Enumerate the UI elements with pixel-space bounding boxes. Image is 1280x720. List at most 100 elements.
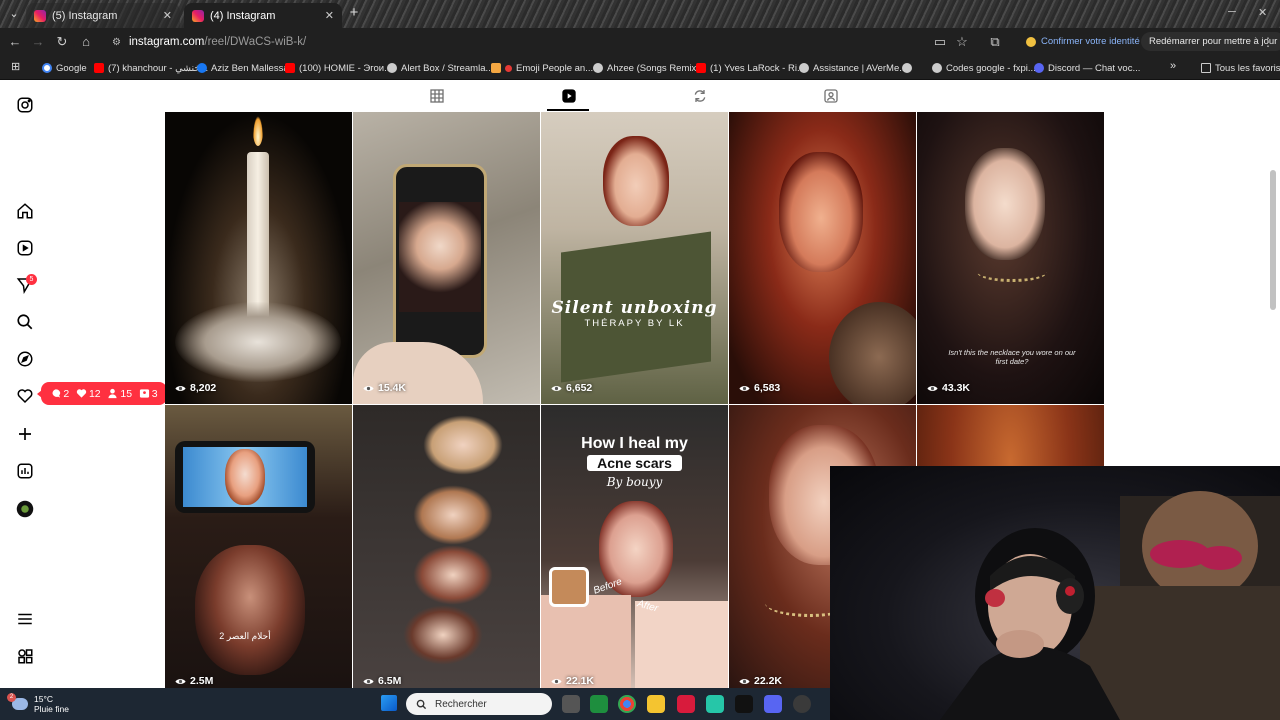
tab-title: (5) Instagram: [52, 9, 118, 22]
minimize-icon[interactable]: ─: [1228, 6, 1236, 18]
search-placeholder: Rechercher: [435, 698, 487, 710]
bookmark-item[interactable]: Codes google - fxpi...: [932, 61, 1036, 75]
bookmark-item[interactable]: Emoji People an...: [491, 61, 593, 75]
reels-tab-icon[interactable]: [561, 88, 577, 104]
forward-arrow-icon[interactable]: →: [29, 33, 47, 51]
chrome-icon[interactable]: [618, 695, 636, 713]
windows-taskbar: 2 15°C Pluie fine Rechercher: [0, 688, 830, 720]
home-icon[interactable]: [16, 202, 34, 220]
reel-thumbnail[interactable]: 6.5M: [353, 405, 540, 688]
bookmark-item[interactable]: Assistance | AVerMe...: [799, 61, 907, 75]
bookmark-item[interactable]: Google: [42, 61, 87, 75]
meta-apps-icon[interactable]: [16, 647, 34, 665]
browser-menu-icon[interactable]: ⋮: [1262, 35, 1274, 49]
view-count: 2.5M: [175, 675, 213, 687]
reel-thumbnail[interactable]: 8,202: [165, 112, 352, 404]
all-bookmarks[interactable]: Tous les favoris: [1201, 61, 1280, 75]
emoji-site-icon: [491, 63, 501, 73]
restart-button[interactable]: Redémarrer pour mettre à jour: [1141, 32, 1280, 51]
youtube-icon: [696, 63, 706, 73]
eye-icon: [739, 385, 750, 391]
search-icon[interactable]: [16, 313, 34, 331]
bookmark-item[interactable]: Aziz Ben Mallessa: [197, 61, 289, 75]
home-icon[interactable]: ⌂: [77, 33, 95, 51]
tag-icon: [139, 389, 149, 398]
eye-icon: [175, 385, 186, 391]
close-tab-icon[interactable]: ✕: [163, 9, 172, 22]
bookmark-item[interactable]: Alert Box / Streamla...: [387, 61, 493, 75]
view-count: 6,652: [551, 382, 592, 394]
url-host: instagram.com: [128, 36, 205, 48]
person-icon: [108, 388, 117, 399]
new-tab-button[interactable]: +: [346, 5, 362, 21]
site-info-icon[interactable]: ⚙: [112, 37, 121, 48]
tab-search-icon[interactable]: ⌄: [6, 6, 22, 22]
file-explorer-icon[interactable]: [647, 695, 665, 713]
notifications-popup[interactable]: 2 12 15 3: [37, 382, 167, 405]
instagram-logo-icon[interactable]: [16, 96, 34, 114]
view-count: 15.4K: [363, 382, 406, 394]
close-window-icon[interactable]: ✕: [1258, 6, 1267, 19]
bookmark-item[interactable]: (1) Yves LaRock - Ri...: [696, 61, 805, 75]
reel-thumbnail[interactable]: Isn't this the necklace you wore on our …: [917, 112, 1104, 404]
reel-thumbnail[interactable]: 15.4K: [353, 112, 540, 404]
profile-avatar[interactable]: [16, 500, 34, 518]
streamer-camera-image: [940, 491, 1280, 720]
reel-thumbnail[interactable]: 6,583: [729, 112, 916, 404]
reposts-icon[interactable]: [692, 88, 708, 104]
more-bookmarks-icon[interactable]: »: [1170, 60, 1176, 72]
identity-label: Confirmer votre identité: [1041, 36, 1140, 47]
globe-icon: [902, 63, 912, 73]
youtube-icon: [94, 63, 104, 73]
bookmark-item[interactable]: Discord — Chat voc...: [1034, 61, 1140, 75]
close-tab-icon[interactable]: ✕: [325, 9, 334, 22]
app-icon[interactable]: [590, 695, 608, 713]
bookmark-item[interactable]: Ahzee (Songs Remix...: [593, 61, 704, 75]
tab-instagram-1[interactable]: (5) Instagram ✕: [26, 3, 180, 28]
globe-icon: [593, 63, 603, 73]
install-app-icon[interactable]: ▭: [931, 33, 949, 51]
tab-instagram-2[interactable]: (4) Instagram ✕: [184, 3, 342, 28]
address-bar[interactable]: ⚙ instagram.com/reel/DWaCS-wiB-k/: [104, 31, 984, 53]
likes-count: 12: [76, 388, 101, 400]
discord-icon[interactable]: [764, 695, 782, 713]
more-menu-icon[interactable]: [16, 610, 34, 628]
taskbar-search-input[interactable]: Rechercher: [406, 693, 552, 715]
facebook-icon: [197, 63, 207, 73]
url-path: /reel/DWaCS-wiB-k/: [204, 36, 307, 48]
dashboard-icon[interactable]: [16, 462, 34, 480]
tab-title: (4) Instagram: [210, 9, 276, 22]
windows-start-icon[interactable]: [381, 695, 397, 711]
webcam-overlay: [830, 466, 1280, 720]
page-scrollbar[interactable]: [1270, 170, 1276, 310]
app-icon[interactable]: [706, 695, 724, 713]
back-arrow-icon[interactable]: ←: [6, 33, 24, 51]
identity-prompt[interactable]: Confirmer votre identité: [1026, 36, 1140, 47]
app-icon[interactable]: [735, 695, 753, 713]
eye-icon: [363, 385, 374, 391]
apps-grid-icon[interactable]: ⊞: [11, 60, 20, 73]
reload-icon[interactable]: ↻: [53, 33, 71, 51]
app-icon[interactable]: [677, 695, 695, 713]
reel-thumbnail[interactable]: أحلام العصر 2 2.5M: [165, 405, 352, 688]
extensions-icon[interactable]: ⧉: [986, 33, 1004, 51]
bookmark-item[interactable]: (7) khanchour - خنشي...: [94, 61, 208, 75]
folder-icon: [1201, 63, 1211, 73]
weather-widget[interactable]: 2 15°C Pluie fine: [7, 693, 69, 714]
reel-thumbnail[interactable]: How I heal my Acne scars By bouyy Before…: [541, 405, 728, 688]
bookmark-star-icon[interactable]: ☆: [953, 33, 971, 51]
explore-compass-icon[interactable]: [16, 350, 34, 368]
bookmark-item[interactable]: (100) HOMIE - Эгои...: [285, 61, 392, 75]
notifications-heart-icon[interactable]: [16, 387, 34, 405]
bookmark-item[interactable]: [902, 61, 916, 75]
reels-icon[interactable]: [16, 239, 34, 257]
app-icon[interactable]: [793, 695, 811, 713]
view-count: 22.2K: [739, 675, 782, 687]
rain-cloud-icon: 2: [7, 693, 28, 710]
tagged-icon[interactable]: [823, 88, 839, 104]
profile-tabs: [165, 80, 1105, 112]
create-plus-icon[interactable]: [16, 425, 34, 443]
posts-grid-icon[interactable]: [429, 88, 445, 104]
reel-thumbnail[interactable]: Silent unboxing THÉRAPY BY LK 6,652: [541, 112, 728, 404]
task-view-icon[interactable]: [562, 695, 580, 713]
